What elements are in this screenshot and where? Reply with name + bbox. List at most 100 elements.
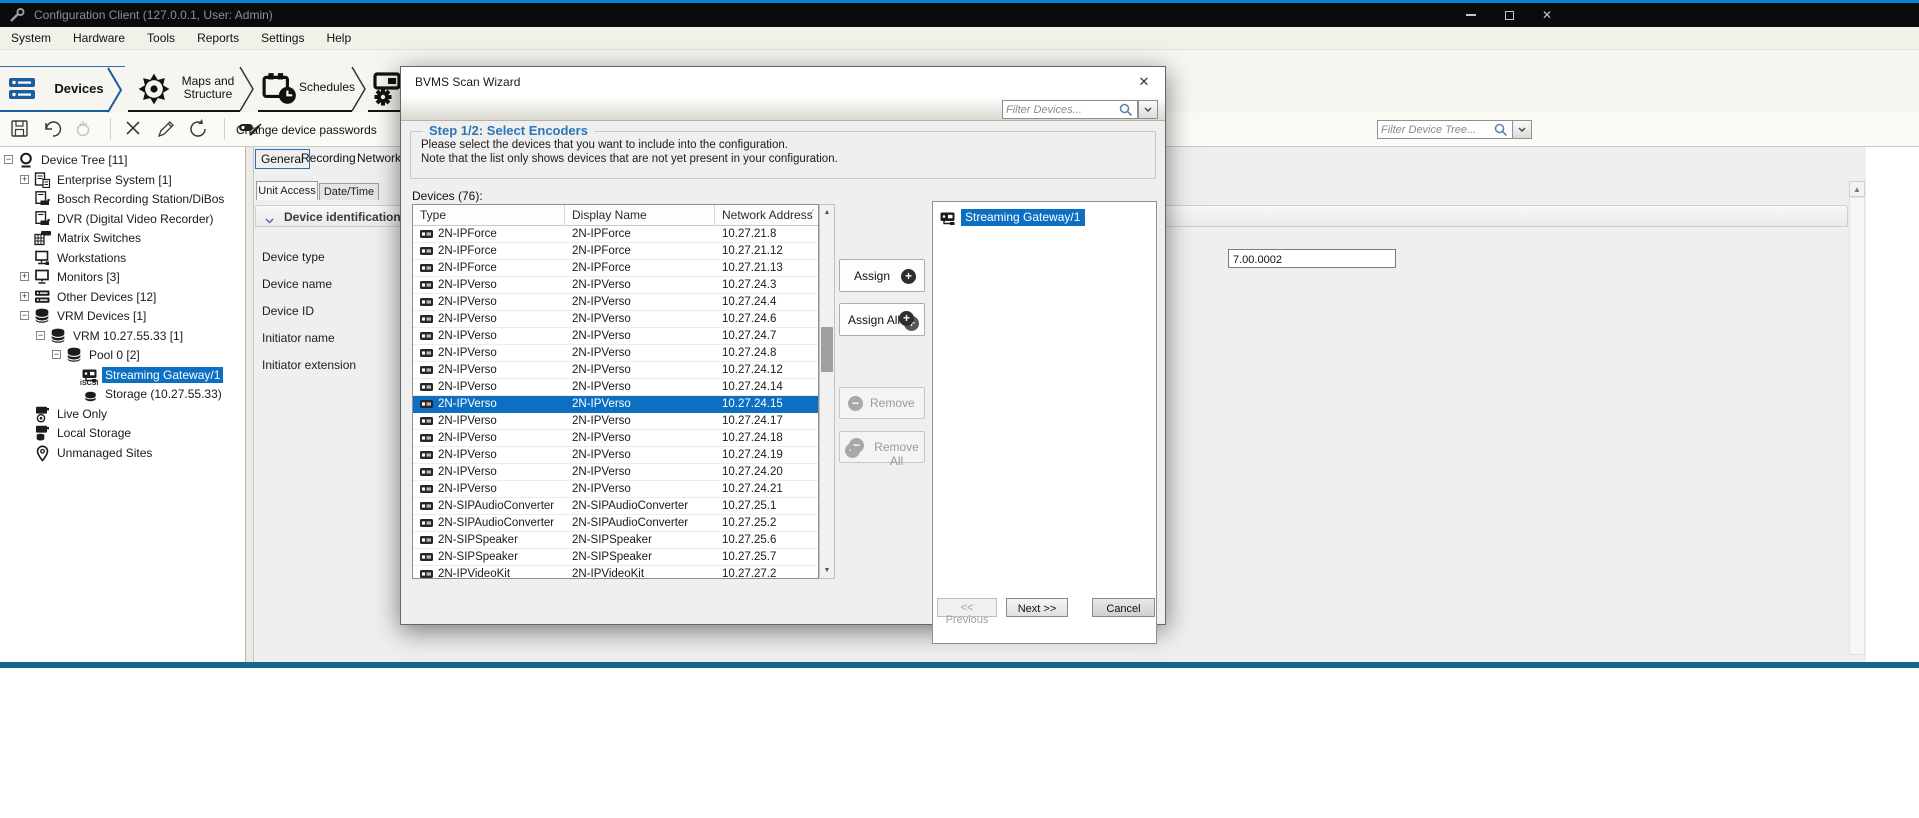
menu-system[interactable]: System [0, 27, 62, 50]
menu-hardware[interactable]: Hardware [62, 27, 136, 50]
device-row[interactable]: 2N-IPVerso 2N-IPVerso10.27.24.18 [413, 430, 818, 447]
edit-icon[interactable] [156, 119, 176, 139]
device-row[interactable]: 2N-IPVerso 2N-IPVerso10.27.24.17 [413, 413, 818, 430]
device-row[interactable]: 2N-IPVerso 2N-IPVerso10.27.24.19 [413, 447, 818, 464]
filter-dropdown-button[interactable] [1138, 100, 1158, 119]
maximize-button[interactable] [1490, 3, 1528, 27]
device-row-icon [420, 296, 438, 308]
local-storage-icon [34, 425, 51, 441]
device-row[interactable]: 2N-IPVerso 2N-IPVerso10.27.24.6 [413, 311, 818, 328]
field-label: Device ID [262, 304, 314, 318]
assign-button[interactable]: Assign + [839, 259, 925, 292]
device-row[interactable]: 2N-SIPSpeaker 2N-SIPSpeaker10.27.25.7 [413, 549, 818, 566]
filter-device-tree-input[interactable] [1381, 121, 1492, 138]
scrollbar-track[interactable] [1849, 197, 1865, 655]
tree-item[interactable]: − Pool 0 [2] [0, 345, 246, 365]
menu-settings[interactable]: Settings [250, 27, 315, 50]
column-header-display-name[interactable]: Display Name [565, 205, 715, 226]
minimize-button[interactable] [1452, 3, 1490, 27]
device-row[interactable]: 2N-IPVerso 2N-IPVerso10.27.24.7 [413, 328, 818, 345]
tree-item[interactable]: Workstations [0, 248, 246, 268]
tree-item[interactable]: + Monitors [3] [0, 267, 246, 287]
device-row[interactable]: 2N-IPVerso 2N-IPVerso10.27.24.4 [413, 294, 818, 311]
tab-recording[interactable]: Recording [296, 149, 361, 167]
filter-dropdown-button[interactable] [1512, 120, 1532, 139]
tree-expander-minus[interactable]: − [36, 331, 45, 340]
device-row[interactable]: 2N-IPVerso 2N-IPVerso10.27.24.20 [413, 464, 818, 481]
tree-item[interactable]: Live Only [0, 404, 246, 424]
column-header-network-address[interactable]: Network Address∕ [715, 205, 819, 226]
field-label: Initiator name [262, 331, 335, 345]
filter-devices-input[interactable] [1006, 101, 1117, 118]
refresh-icon[interactable] [188, 119, 208, 139]
device-row[interactable]: 2N-IPVerso 2N-IPVerso10.27.24.21 [413, 481, 818, 498]
device-row[interactable]: 2N-SIPAudioConverter 2N-SIPAudioConverte… [413, 515, 818, 532]
tree-item[interactable]: Local Storage [0, 423, 246, 443]
tree-expander-minus[interactable]: − [20, 311, 29, 320]
tree-item[interactable]: Streaming Gateway/1 [0, 365, 246, 385]
device-row[interactable]: 2N-IPForce 2N-IPForce10.27.21.8 [413, 226, 818, 243]
menu-help[interactable]: Help [315, 27, 362, 50]
tree-item[interactable]: iSCSI Storage (10.27.55.33) [0, 384, 246, 404]
tree-item[interactable]: Bosch Recording Station/DiBos [0, 189, 246, 209]
tree-item[interactable]: DVR (Digital Video Recorder) [0, 209, 246, 229]
subtab-unit-access[interactable]: Unit Access [256, 181, 318, 200]
firmware-version-field[interactable] [1228, 249, 1396, 268]
tree-item[interactable]: Matrix Switches [0, 228, 246, 248]
tree-item[interactable]: Unmanaged Sites [0, 443, 246, 463]
tree-item[interactable]: − VRM 10.27.55.33 [1] [0, 326, 246, 346]
scrollbar-up-arrow[interactable]: ▲ [820, 205, 834, 220]
device-row[interactable]: 2N-IPVerso 2N-IPVerso10.27.24.14 [413, 379, 818, 396]
nav-tab-devices[interactable]: Devices [0, 66, 125, 112]
tree-item[interactable]: − VRM Devices [1] [0, 306, 246, 326]
device-row[interactable]: 2N-IPVerso 2N-IPVerso10.27.24.8 [413, 345, 818, 362]
tree-expander-plus[interactable]: + [20, 292, 29, 301]
device-row[interactable]: 2N-IPForce 2N-IPForce10.27.21.12 [413, 243, 818, 260]
window-titlebar: Configuration Client (127.0.0.1, User: A… [0, 0, 1919, 27]
scrollbar-down-arrow[interactable]: ▼ [820, 563, 834, 578]
dialog-close-button[interactable]: ✕ [1131, 72, 1157, 92]
close-button[interactable]: ✕ [1528, 3, 1566, 27]
panel-splitter[interactable] [246, 147, 254, 662]
tree-expander-minus[interactable]: − [4, 155, 13, 164]
menu-reports[interactable]: Reports [186, 27, 250, 50]
undo-icon[interactable] [42, 119, 62, 139]
schedules-icon [262, 72, 298, 109]
device-row[interactable]: 2N-SIPAudioConverter 2N-SIPAudioConverte… [413, 498, 818, 515]
tree-item[interactable]: + Enterprise System [1] [0, 170, 246, 190]
assign-all-button[interactable]: Assign All + + [839, 303, 925, 336]
scrollbar-up-arrow[interactable]: ▲ [1849, 181, 1865, 197]
tree-expander-plus[interactable]: + [20, 175, 29, 184]
device-row[interactable]: 2N-IPVerso 2N-IPVerso10.27.24.15 [413, 396, 818, 413]
field-label: Initiator extension [262, 358, 356, 372]
next-button[interactable]: Next >> [1006, 598, 1068, 617]
nav-tab-schedules[interactable]: Schedules [256, 66, 368, 112]
device-row[interactable]: 2N-IPVerso 2N-IPVerso10.27.24.3 [413, 277, 818, 294]
column-header-type[interactable]: Type [413, 205, 565, 226]
key-pencil-icon[interactable] [238, 119, 258, 139]
tree-expander-plus[interactable]: + [20, 272, 29, 281]
delete-icon[interactable] [124, 119, 144, 139]
device-row[interactable]: 2N-IPVideoKit 2N-IPVideoKit10.27.27.2 [413, 566, 818, 579]
subtab-date-time[interactable]: Date/Time [319, 183, 379, 200]
scrollbar-thumb[interactable] [821, 327, 833, 372]
instruction-line-1: Please select the devices that you want … [421, 139, 788, 151]
minus-circle-icon: − [849, 438, 864, 453]
remove-button[interactable]: − Remove [839, 387, 925, 419]
device-row[interactable]: 2N-SIPSpeaker 2N-SIPSpeaker10.27.25.6 [413, 532, 818, 549]
tree-item[interactable]: + Other Devices [12] [0, 287, 246, 307]
tree-item[interactable]: − Device Tree [11] [0, 150, 246, 170]
previous-button[interactable]: << Previous [937, 598, 997, 617]
table-scrollbar[interactable]: ▲ ▼ [819, 204, 835, 579]
titlebar-accent-strip [0, 0, 1919, 3]
nav-tab-maps-structure[interactable]: Maps and Structure [124, 66, 256, 112]
tree-expander-minus[interactable]: − [52, 350, 61, 359]
device-row[interactable]: 2N-IPVerso 2N-IPVerso10.27.24.12 [413, 362, 818, 379]
remove-all-button[interactable]: − − Remove All [839, 431, 925, 463]
device-row[interactable]: 2N-IPForce 2N-IPForce10.27.21.13 [413, 260, 818, 277]
minimize-icon [1466, 14, 1476, 16]
menu-tools[interactable]: Tools [136, 27, 186, 50]
save-icon[interactable] [10, 119, 30, 139]
close-icon: ✕ [1139, 74, 1150, 89]
cancel-button[interactable]: Cancel [1092, 598, 1155, 617]
